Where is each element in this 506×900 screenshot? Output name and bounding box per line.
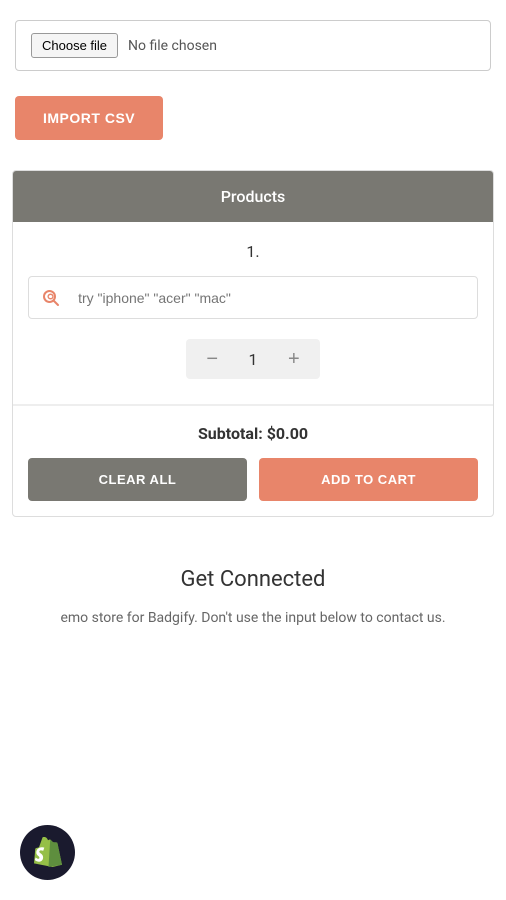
product-number: 1. — [28, 242, 478, 261]
no-file-label: No file chosen — [128, 38, 217, 54]
quantity-decrease-button[interactable]: − — [186, 349, 238, 369]
file-section: Choose file No file chosen — [0, 0, 506, 81]
quantity-increase-button[interactable]: + — [268, 349, 320, 369]
add-to-cart-button[interactable]: ADD TO CART — [259, 458, 478, 501]
import-csv-button[interactable]: IMPORT CSV — [15, 96, 163, 140]
subtotal-section: Subtotal: $0.00 CLEAR ALL ADD TO CART — [13, 405, 493, 516]
quantity-value: 1 — [238, 350, 268, 369]
clear-all-button[interactable]: CLEAR ALL — [28, 458, 247, 501]
search-wrapper: ⚬ — [28, 276, 478, 319]
choose-file-button[interactable]: Choose file — [31, 33, 118, 58]
actions-row: CLEAR ALL ADD TO CART — [28, 458, 478, 501]
shopify-icon — [34, 837, 62, 869]
quantity-control: − 1 + — [28, 339, 478, 379]
get-connected-section: Get Connected emo store for Badgify. Don… — [0, 527, 506, 649]
products-section: Products 1. ⚬ − 1 + Subtotal: $0.00 CLEA… — [12, 170, 494, 517]
product-row: 1. ⚬ − 1 + — [13, 222, 493, 405]
search-icon-svg — [42, 289, 60, 307]
get-connected-title: Get Connected — [20, 567, 486, 592]
product-search-input[interactable] — [78, 290, 463, 306]
file-input-wrapper: Choose file No file chosen — [15, 20, 491, 71]
get-connected-description: emo store for Badgify. Don't use the inp… — [20, 607, 486, 629]
products-header: Products — [13, 171, 493, 222]
quantity-box: − 1 + — [186, 339, 319, 379]
shopify-badge[interactable] — [20, 825, 75, 880]
subtotal-text: Subtotal: $0.00 — [28, 424, 478, 443]
